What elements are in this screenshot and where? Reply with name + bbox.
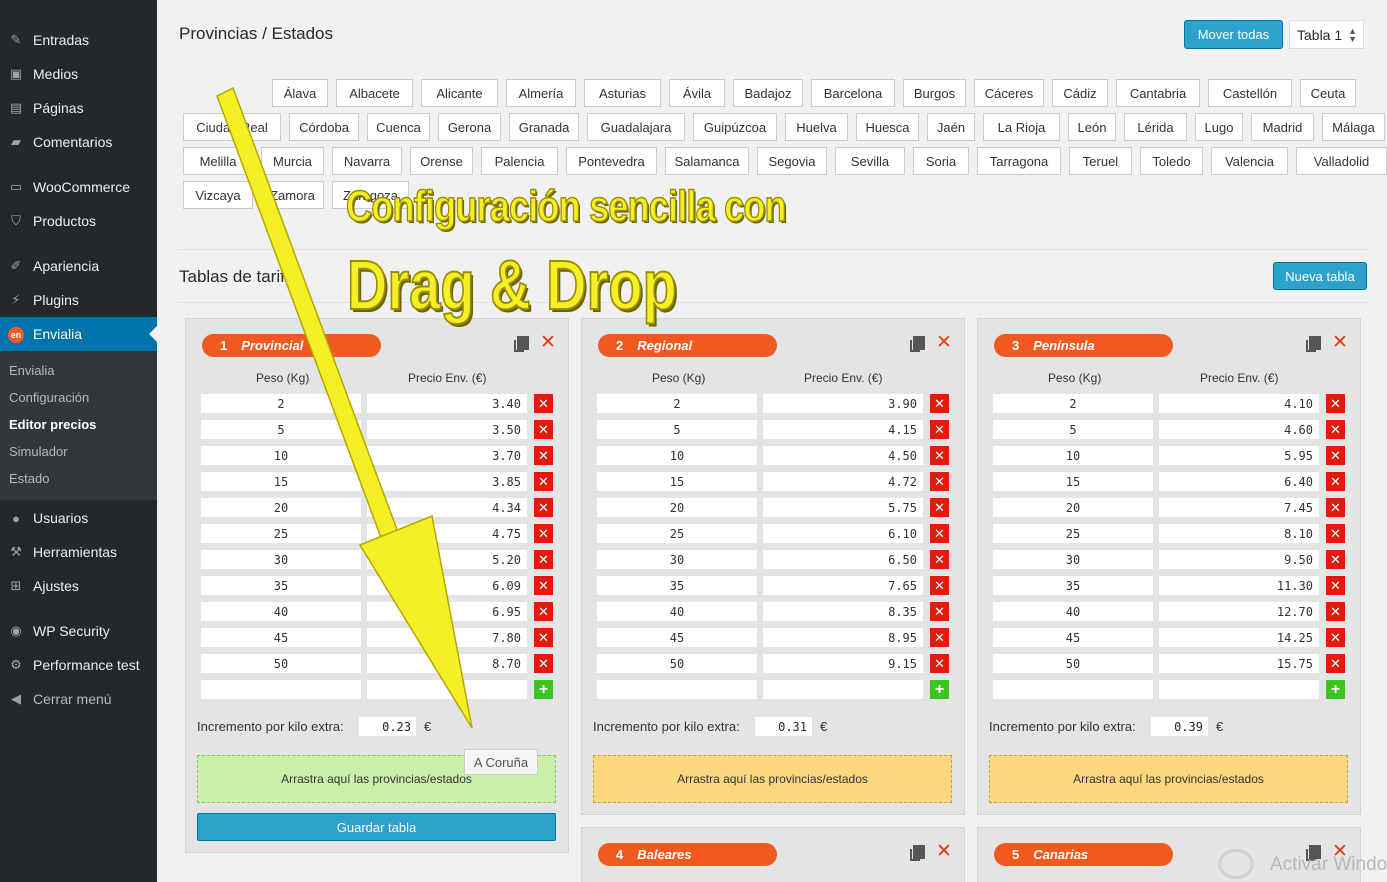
promo-line-1: Configuración sencilla con [345,181,787,232]
promo-line-2: Drag & Drop [346,245,677,325]
promo-arrow [216,86,473,729]
windows-watermark: Activar Windows [1270,854,1387,875]
promo-arrow-head [358,514,473,729]
watermark-key-icon [1218,849,1254,879]
promo-arrow-shaft [216,86,413,580]
